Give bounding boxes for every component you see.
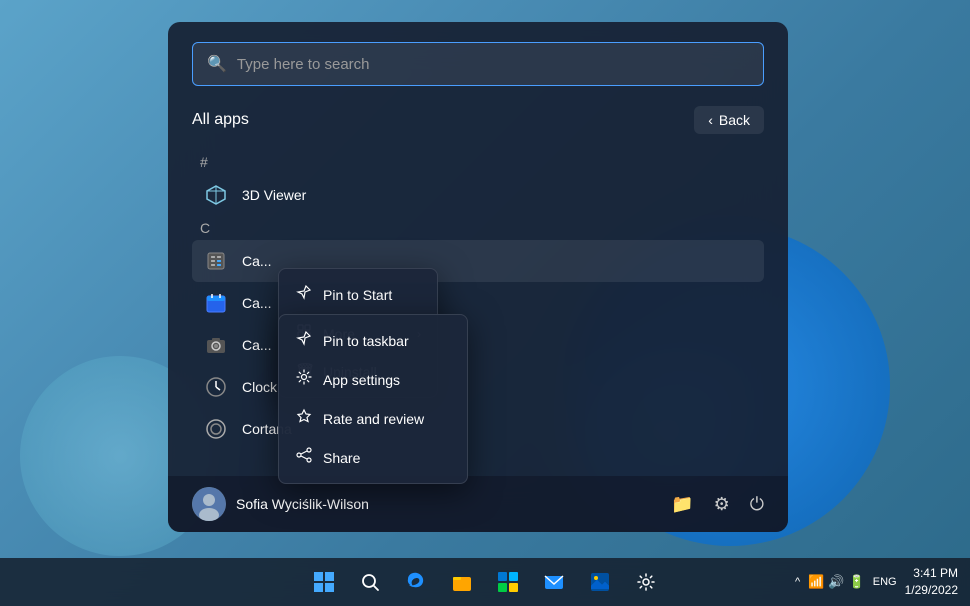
- user-info[interactable]: Sofia Wyciślik-Wilson: [192, 487, 369, 521]
- search-taskbar-button[interactable]: [350, 562, 390, 602]
- rate-review-item[interactable]: Rate and review: [279, 399, 467, 438]
- pin-to-taskbar-label: Pin to taskbar: [323, 333, 409, 349]
- section-c: C: [192, 216, 764, 240]
- app-name: 3D Viewer: [242, 187, 306, 203]
- app-name: Ca...: [242, 337, 272, 353]
- app-icon-clock: [202, 373, 230, 401]
- search-icon: 🔍: [207, 54, 227, 74]
- taskbar-right: ^ 📶 🔊 🔋 ENG 3:41 PM 1/29/2022: [791, 565, 958, 599]
- app-settings-item[interactable]: App settings: [279, 360, 467, 399]
- app-icon-calc: [202, 247, 230, 275]
- star-icon: [295, 408, 313, 429]
- app-settings-label: App settings: [323, 372, 400, 388]
- language-indicator[interactable]: ENG: [873, 576, 897, 588]
- pin-to-start-menu-item[interactable]: Pin to Start: [279, 275, 437, 314]
- power-icon[interactable]: ⏻: [750, 494, 764, 515]
- taskbar: ^ 📶 🔊 🔋 ENG 3:41 PM 1/29/2022: [0, 558, 970, 606]
- settings-taskbar-button[interactable]: [626, 562, 666, 602]
- pin-icon: [295, 284, 313, 305]
- search-bar[interactable]: 🔍 Type here to search: [192, 42, 764, 86]
- store-button[interactable]: [488, 562, 528, 602]
- time-display: 3:41 PM: [913, 565, 958, 582]
- volume-icon: 🔊: [828, 574, 844, 590]
- search-placeholder: Type here to search: [237, 56, 370, 73]
- pin-to-start-label: Pin to Start: [323, 287, 392, 303]
- date-display: 1/29/2022: [905, 582, 958, 599]
- edge-button[interactable]: [396, 562, 436, 602]
- all-apps-header: All apps ‹ Back: [192, 106, 764, 134]
- network-icon: 📶: [808, 574, 824, 590]
- back-button[interactable]: ‹ Back: [694, 106, 764, 134]
- chevron-left-icon: ‹: [708, 112, 713, 128]
- clock-display[interactable]: 3:41 PM 1/29/2022: [905, 565, 958, 599]
- app-icon-calendar: [202, 289, 230, 317]
- battery-icon: 🔋: [849, 574, 865, 590]
- start-menu: 🔍 Type here to search All apps ‹ Back # …: [168, 22, 788, 532]
- bottom-icons: 📁 ⚙ ⏻: [671, 494, 764, 515]
- app-name: Clock: [242, 379, 277, 395]
- section-hash: #: [192, 150, 764, 174]
- app-icon-camera: [202, 331, 230, 359]
- sub-context-menu: Pin to taskbar App settings Rate and rev…: [278, 314, 468, 484]
- app-name: Ca...: [242, 253, 272, 269]
- avatar: [192, 487, 226, 521]
- gear-icon: [295, 369, 313, 390]
- app-name: Ca...: [242, 295, 272, 311]
- settings-icon[interactable]: ⚙: [714, 494, 730, 515]
- share-item[interactable]: Share: [279, 438, 467, 477]
- rate-review-label: Rate and review: [323, 411, 424, 427]
- share-icon: [295, 447, 313, 468]
- folder-icon[interactable]: 📁: [671, 494, 693, 515]
- start-menu-bottom: Sofia Wyciślik-Wilson 📁 ⚙ ⏻: [168, 476, 788, 532]
- list-item[interactable]: 3D Viewer: [192, 174, 764, 216]
- share-label: Share: [323, 450, 360, 466]
- user-name: Sofia Wyciślik-Wilson: [236, 496, 369, 512]
- photos-button[interactable]: [580, 562, 620, 602]
- system-tray: ^ 📶 🔊 🔋: [791, 574, 865, 590]
- system-tray-expand[interactable]: ^: [791, 576, 804, 588]
- pin-taskbar-icon: [295, 330, 313, 351]
- app-icon-3dviewer: [202, 181, 230, 209]
- mail-button[interactable]: [534, 562, 574, 602]
- pin-to-taskbar-item[interactable]: Pin to taskbar: [279, 321, 467, 360]
- windows-start-button[interactable]: [304, 562, 344, 602]
- all-apps-title: All apps: [192, 111, 249, 129]
- app-icon-cortana: [202, 415, 230, 443]
- taskbar-center: [304, 562, 666, 602]
- explorer-button[interactable]: [442, 562, 482, 602]
